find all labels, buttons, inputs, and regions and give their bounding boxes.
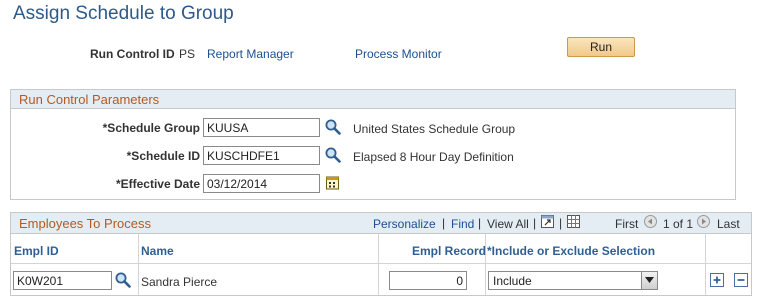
run-control-parameters-header: Run Control Parameters [11, 90, 735, 109]
next-arrow-icon[interactable] [697, 215, 710, 228]
include-exclude-column-header[interactable]: *Include or Exclude Selection [487, 244, 655, 258]
process-monitor-link[interactable]: Process Monitor [355, 47, 442, 61]
empl-record-input[interactable] [389, 271, 467, 290]
effective-date-input[interactable] [203, 174, 320, 193]
report-manager-link[interactable]: Report Manager [207, 47, 294, 61]
add-row-icon[interactable] [710, 273, 724, 287]
employee-name: Sandra Pierce [141, 275, 218, 289]
schedule-id-description: Elapsed 8 Hour Day Definition [353, 150, 514, 164]
schedule-group-label: *Schedule Group [102, 121, 200, 135]
schedule-group-lookup-icon[interactable] [324, 118, 342, 136]
dropdown-button[interactable] [641, 272, 657, 289]
run-button[interactable]: Run [567, 37, 635, 57]
schedule-group-description: United States Schedule Group [353, 122, 516, 136]
toolbar-separator: | [559, 216, 563, 230]
run-control-parameters-title: Run Control Parameters [19, 92, 160, 107]
schedule-id-input[interactable] [203, 146, 320, 165]
previous-arrow-icon[interactable] [644, 215, 657, 228]
empl-record-column-header[interactable]: Empl Record [412, 244, 486, 258]
row-range: 1 of 1 [663, 217, 694, 231]
empl-id-input[interactable] [13, 271, 112, 290]
zoom-grid-icon[interactable] [540, 214, 555, 229]
chevron-down-icon [645, 277, 654, 283]
find-link[interactable]: Find [451, 217, 474, 231]
run-control-id-value: PS [179, 47, 196, 61]
personalize-link[interactable]: Personalize [373, 217, 436, 231]
name-column-header[interactable]: Name [141, 244, 174, 258]
first-label: First [615, 217, 639, 231]
include-exclude-select[interactable]: Include [488, 271, 658, 290]
page-title: Assign Schedule to Group [13, 3, 234, 24]
toolbar-separator: | [442, 216, 446, 230]
delete-row-icon[interactable] [734, 273, 748, 287]
schedule-group-input[interactable] [203, 118, 320, 137]
download-spreadsheet-icon[interactable] [566, 214, 581, 229]
schedule-id-lookup-icon[interactable] [324, 146, 342, 164]
run-control-id-label: Run Control ID [90, 47, 175, 61]
toolbar-separator: | [533, 216, 537, 230]
schedule-id-label: *Schedule ID [126, 149, 200, 163]
calendar-icon[interactable] [324, 174, 342, 192]
toolbar-separator: | [478, 216, 482, 230]
empl-id-lookup-icon[interactable] [114, 271, 132, 289]
view-all-link[interactable]: View All [487, 217, 529, 231]
include-exclude-value: Include [493, 274, 532, 288]
last-label: Last [717, 217, 740, 231]
empl-id-column-header[interactable]: Empl ID [14, 244, 59, 258]
effective-date-label: *Effective Date [115, 177, 200, 191]
employees-grid-title: Employees To Process [19, 216, 151, 231]
